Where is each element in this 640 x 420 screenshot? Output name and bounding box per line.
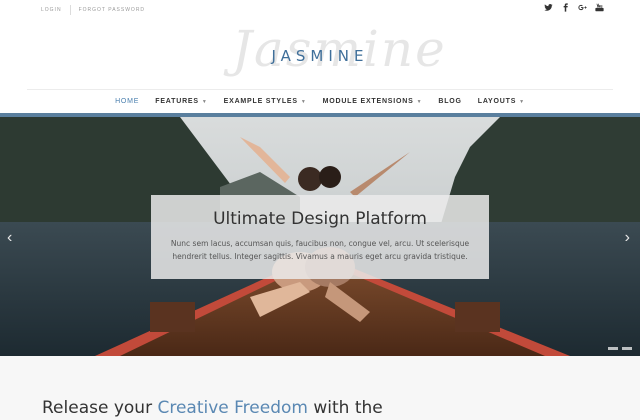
nav-label: LAYOUTS [477,98,517,105]
login-link[interactable]: LOGIN [41,7,62,13]
hero-slider: ‹ › Ultimate Design Platform Nunc sem la… [0,117,640,356]
slide-title: Ultimate Design Platform [213,209,427,229]
nav-label: BLOG [438,98,462,105]
slide-description: Nunc sem lacus, accumsan quis, faucibus … [170,239,470,261]
intro-section: Release your Creative Freedom with the [0,356,640,420]
heading-text: with the [307,398,383,418]
nav-label: EXAMPLE STYLES [223,98,298,105]
chevron-down-icon: ▼ [300,98,307,105]
youtube-icon[interactable] [594,2,604,12]
next-slide-arrow[interactable]: › [625,229,630,247]
intro-heading: Release your Creative Freedom with the [42,398,383,418]
heading-accent-text: Creative Freedom [157,398,308,418]
slide-dot[interactable] [622,347,632,350]
forgot-password-link[interactable]: FORGOT PASSWORD [79,7,145,13]
chevron-down-icon: ▼ [201,98,208,105]
chevron-down-icon: ▼ [416,98,423,105]
google-plus-icon[interactable] [577,2,587,12]
site-logo[interactable]: Jasmine JASMINE [0,14,640,88]
main-navigation: HOME FEATURES ▼ EXAMPLE STYLES ▼ MODULE … [27,89,613,113]
facebook-icon[interactable] [560,2,570,12]
nav-label: FEATURES [155,98,199,105]
heading-text: Release your [42,398,158,418]
twitter-icon[interactable] [543,2,553,12]
nav-item-blog[interactable]: BLOG [438,98,461,105]
logo-text: JASMINE [271,47,369,65]
nav-item-example-styles[interactable]: EXAMPLE STYLES ▼ [224,98,307,105]
slide-pagination [608,347,632,350]
nav-item-home[interactable]: HOME [115,98,139,105]
nav-label: MODULE EXTENSIONS [322,98,414,105]
chevron-down-icon: ▼ [519,98,525,105]
nav-label: HOME [115,98,140,105]
social-links [543,2,604,12]
nav-item-features[interactable]: FEATURES ▼ [155,98,207,105]
nav-item-module-extensions[interactable]: MODULE EXTENSIONS ▼ [323,98,423,105]
nav-item-layouts[interactable]: LAYOUTS ▼ [478,98,525,105]
slide-caption: Ultimate Design Platform Nunc sem lacus,… [151,195,489,279]
prev-slide-arrow[interactable]: ‹ [7,229,12,247]
slide-dot[interactable] [608,347,618,350]
